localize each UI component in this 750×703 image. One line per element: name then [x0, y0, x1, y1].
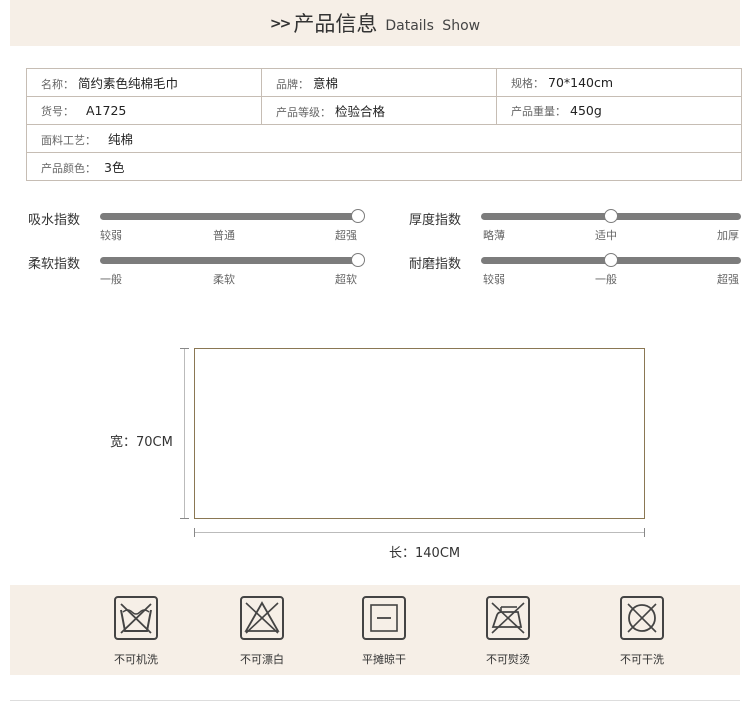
care-item: 不可干洗	[602, 595, 682, 667]
brand-value: 意棉	[313, 76, 339, 91]
slider-label: 吸水指数	[28, 213, 81, 228]
length-dimension-cap	[644, 528, 645, 537]
header-title: 产品信息	[293, 12, 378, 36]
care-label: 不可机洗	[114, 653, 158, 666]
spec-key: 规格：	[511, 76, 544, 90]
width-label: 宽：70CM	[110, 435, 173, 450]
sku-cell: 货号： A1725	[26, 96, 262, 125]
weight-cell: 产品重量： 450g	[496, 96, 742, 125]
care-label: 不可干洗	[620, 653, 664, 666]
sku-key: 货号：	[41, 104, 74, 118]
no-iron-icon	[486, 596, 530, 640]
care-label: 不可漂白	[240, 653, 284, 666]
slider-tick-low: 一般	[100, 273, 122, 286]
fabric-value: 纯棉	[108, 132, 134, 147]
no-bleach-icon	[240, 596, 284, 640]
care-item: 不可漂白	[222, 595, 302, 667]
slider-track	[481, 209, 741, 223]
no-machine-wash-icon	[114, 596, 158, 640]
weight-value: 450g	[570, 102, 602, 118]
length-dimension-line	[194, 532, 645, 533]
grade-cell: 产品等级： 检验合格	[261, 96, 497, 125]
section-header: >> 产品信息 Datails Show	[10, 0, 740, 46]
slider-label: 耐磨指数	[409, 257, 462, 272]
slider-knob	[604, 209, 618, 223]
spec-value: 70*140cm	[548, 74, 614, 90]
slider-track	[481, 253, 741, 267]
color-value: 3色	[104, 160, 125, 175]
grade-key: 产品等级：	[276, 106, 331, 119]
slider-tick-low: 略薄	[483, 229, 505, 242]
slider-tick-high: 加厚	[717, 229, 739, 242]
brand-key: 品牌：	[276, 78, 309, 91]
table-row: 产品颜色： 3色	[26, 152, 742, 181]
name-value: 简约素色纯棉毛巾	[78, 76, 179, 91]
no-dry-clean-icon	[620, 596, 664, 640]
table-row: 货号： A1725 产品等级： 检验合格 产品重量： 450g	[26, 96, 742, 125]
slider-track	[100, 209, 365, 223]
name-key: 名称：	[41, 78, 74, 91]
care-label: 不可熨烫	[486, 653, 530, 666]
care-item: 平摊晾干	[344, 595, 424, 667]
slider-tick-mid: 适中	[595, 229, 617, 242]
length-dimension-cap	[194, 528, 195, 537]
slider-knob	[351, 209, 365, 223]
bottom-divider	[10, 700, 740, 701]
grade-value: 检验合格	[335, 104, 386, 119]
slider-label: 厚度指数	[409, 213, 462, 228]
dry-flat-icon	[362, 596, 406, 640]
slider-tick-low: 较弱	[483, 273, 505, 286]
color-key: 产品颜色：	[41, 162, 96, 175]
slider-tick-mid: 柔软	[213, 273, 235, 286]
slider-tick-mid: 普通	[213, 229, 235, 242]
header-subtitle: Datails Show	[385, 18, 481, 34]
care-label: 平摊晾干	[362, 653, 406, 666]
brand-cell: 品牌： 意棉	[261, 68, 497, 97]
slider-label: 柔软指数	[28, 257, 81, 272]
slider-tick-low: 较弱	[100, 229, 122, 242]
slider-tick-high: 超强	[335, 229, 357, 242]
product-info-table: 名称： 简约素色纯棉毛巾 品牌： 意棉 规格： 70*140cm 货号： A1725 产…	[26, 68, 742, 181]
length-label: 长：140CM	[389, 546, 461, 561]
slider-tick-high: 超强	[717, 273, 739, 286]
table-row: 面料工艺： 纯棉	[26, 124, 742, 153]
slider-track	[100, 253, 365, 267]
color-cell: 产品颜色： 3色	[26, 152, 742, 181]
care-item: 不可熨烫	[468, 595, 548, 667]
width-dimension-line	[184, 348, 185, 519]
sku-value: A1725	[86, 102, 127, 118]
table-row: 名称： 简约素色纯棉毛巾 品牌： 意棉 规格： 70*140cm	[26, 68, 742, 97]
care-instructions: 不可机洗 不可漂白 平摊晾干 不可熨烫 不可干洗	[10, 585, 740, 675]
towel-size-outline	[194, 348, 645, 519]
slider-knob	[351, 253, 365, 267]
width-dimension-cap	[180, 348, 189, 349]
width-dimension-cap	[180, 518, 189, 519]
fabric-cell: 面料工艺： 纯棉	[26, 124, 742, 153]
fabric-key: 面料工艺：	[41, 134, 96, 147]
weight-key: 产品重量：	[511, 104, 566, 118]
care-item: 不可机洗	[96, 595, 176, 667]
header-arrows: >>	[269, 16, 292, 32]
slider-knob	[604, 253, 618, 267]
slider-tick-high: 超软	[335, 273, 357, 286]
slider-tick-mid: 一般	[595, 273, 617, 286]
spec-cell: 规格： 70*140cm	[496, 68, 742, 97]
name-cell: 名称： 简约素色纯棉毛巾	[26, 68, 262, 97]
